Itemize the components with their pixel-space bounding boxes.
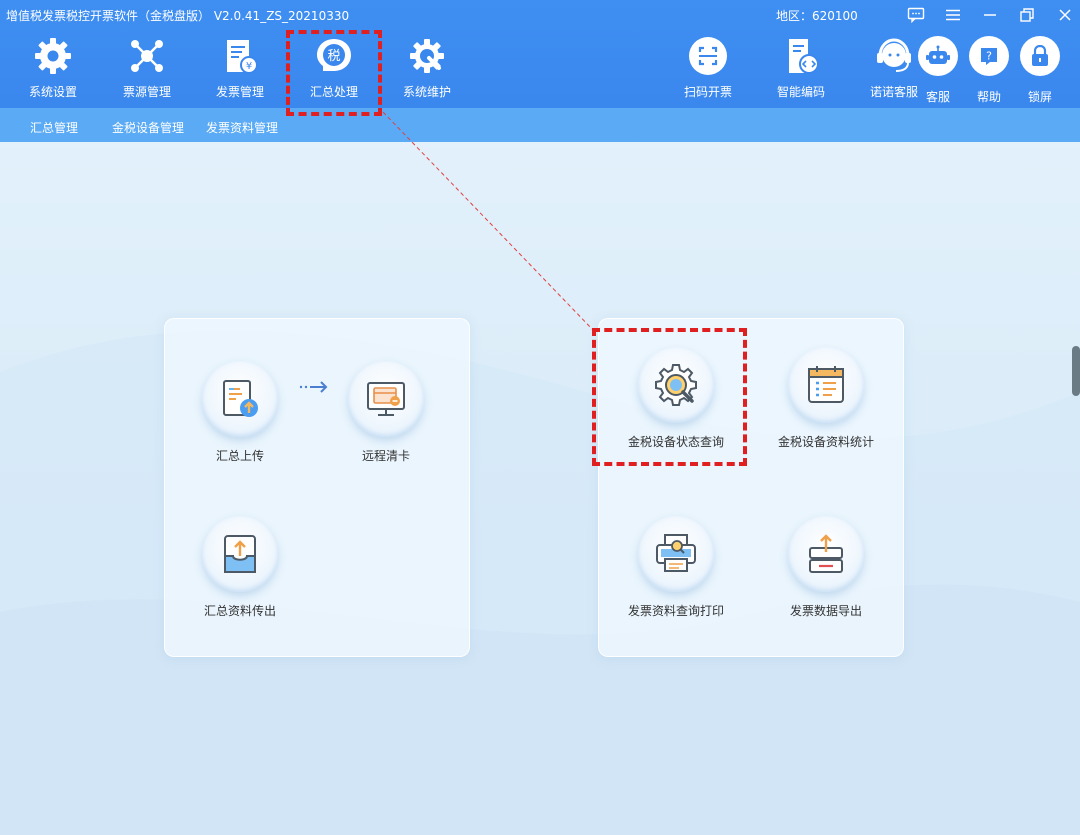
- function-label: 发票数据导出: [789, 604, 862, 618]
- minimize-icon[interactable]: [975, 3, 1005, 27]
- device-management-panel: 金税设备状态查询 金税设备资料统计 发票资料查询打印 发票数据导出: [598, 318, 904, 657]
- nav-system-settings[interactable]: 系统设置: [13, 34, 93, 102]
- lock-screen-button[interactable]: [1020, 36, 1060, 76]
- nav-label: 发票管理: [215, 85, 264, 99]
- close-icon[interactable]: [1050, 3, 1080, 27]
- nav-smart-coding[interactable]: 智能编码: [761, 34, 841, 102]
- nav-system-maintenance[interactable]: 系统维护: [387, 34, 467, 102]
- subnav-summary-management[interactable]: 汇总管理: [30, 119, 78, 136]
- nav-scan-invoice[interactable]: 扫码开票: [668, 34, 748, 102]
- subnav-invoice-data-management[interactable]: 发票资料管理: [206, 119, 278, 136]
- export-icon: [809, 534, 843, 573]
- tax-icon: 税: [317, 39, 351, 71]
- background-waves: [0, 330, 1080, 835]
- code-doc-icon: [789, 39, 819, 74]
- tray-upload-icon: [224, 535, 256, 573]
- sub-navigation: 汇总管理 金税设备管理 发票资料管理: [0, 108, 1080, 142]
- nav-label: 智能编码: [776, 85, 825, 99]
- function-label: 金税设备资料统计: [777, 435, 874, 449]
- nav-label: 系统设置: [28, 85, 77, 99]
- restore-icon[interactable]: [1012, 3, 1042, 27]
- scrollbar-handle[interactable]: [1072, 346, 1080, 396]
- function-label: 汇总上传: [215, 449, 264, 463]
- svg-text:¥: ¥: [246, 61, 252, 72]
- window-title: 增值税发票税控开票软件（金税盘版） V2.0.41_ZS_20210330: [6, 9, 350, 23]
- help-button[interactable]: ?: [969, 36, 1009, 76]
- nav-label: 扫码开票: [683, 85, 732, 99]
- svg-text:?: ?: [986, 50, 992, 63]
- round-label: 锁屏: [1027, 90, 1052, 104]
- function-label: 汇总资料传出: [203, 604, 276, 618]
- nav-ticket-source[interactable]: 票源管理: [107, 34, 187, 102]
- function-label: 远程清卡: [361, 449, 410, 463]
- nav-label: 票源管理: [122, 85, 171, 99]
- gear-icon: [35, 38, 71, 74]
- network-icon: [131, 40, 163, 72]
- nav-invoice-management[interactable]: ¥ 发票管理: [200, 34, 280, 102]
- function-label: 金税设备状态查询: [627, 435, 724, 449]
- upload-doc-icon: [223, 380, 258, 417]
- arrow-right-icon: [299, 381, 328, 393]
- subnav-device-management[interactable]: 金税设备管理: [112, 119, 184, 136]
- svg-text:税: 税: [327, 49, 340, 64]
- function-label: 发票资料查询打印: [627, 604, 724, 618]
- scan-icon: [689, 37, 727, 75]
- nav-label: 系统维护: [402, 85, 451, 99]
- wrench-gear-icon: [410, 39, 444, 73]
- nav-label: 汇总处理: [309, 85, 358, 99]
- lock-icon: [1032, 45, 1048, 66]
- nav-summary-processing[interactable]: 税 汇总处理: [294, 34, 374, 102]
- monitor-card-icon: [367, 382, 405, 416]
- invoice-icon: ¥: [227, 40, 258, 74]
- region-label: 地区：620100: [776, 9, 858, 23]
- gear-search-icon: [655, 364, 697, 406]
- calendar-list-icon: [808, 366, 844, 403]
- robot-icon: [926, 45, 950, 64]
- customer-service-button[interactable]: [918, 36, 958, 76]
- help-icon: ?: [981, 48, 997, 65]
- app-header: 增值税发票税控开票软件（金税盘版） V2.0.41_ZS_20210330 地区…: [0, 0, 1080, 108]
- printer-search-icon: [656, 534, 696, 572]
- menu-icon[interactable]: [938, 3, 968, 27]
- headset-icon: [877, 38, 911, 72]
- summary-management-panel: 汇总上传 远程清卡 汇总资料传出: [164, 318, 470, 657]
- feedback-icon[interactable]: [901, 3, 931, 27]
